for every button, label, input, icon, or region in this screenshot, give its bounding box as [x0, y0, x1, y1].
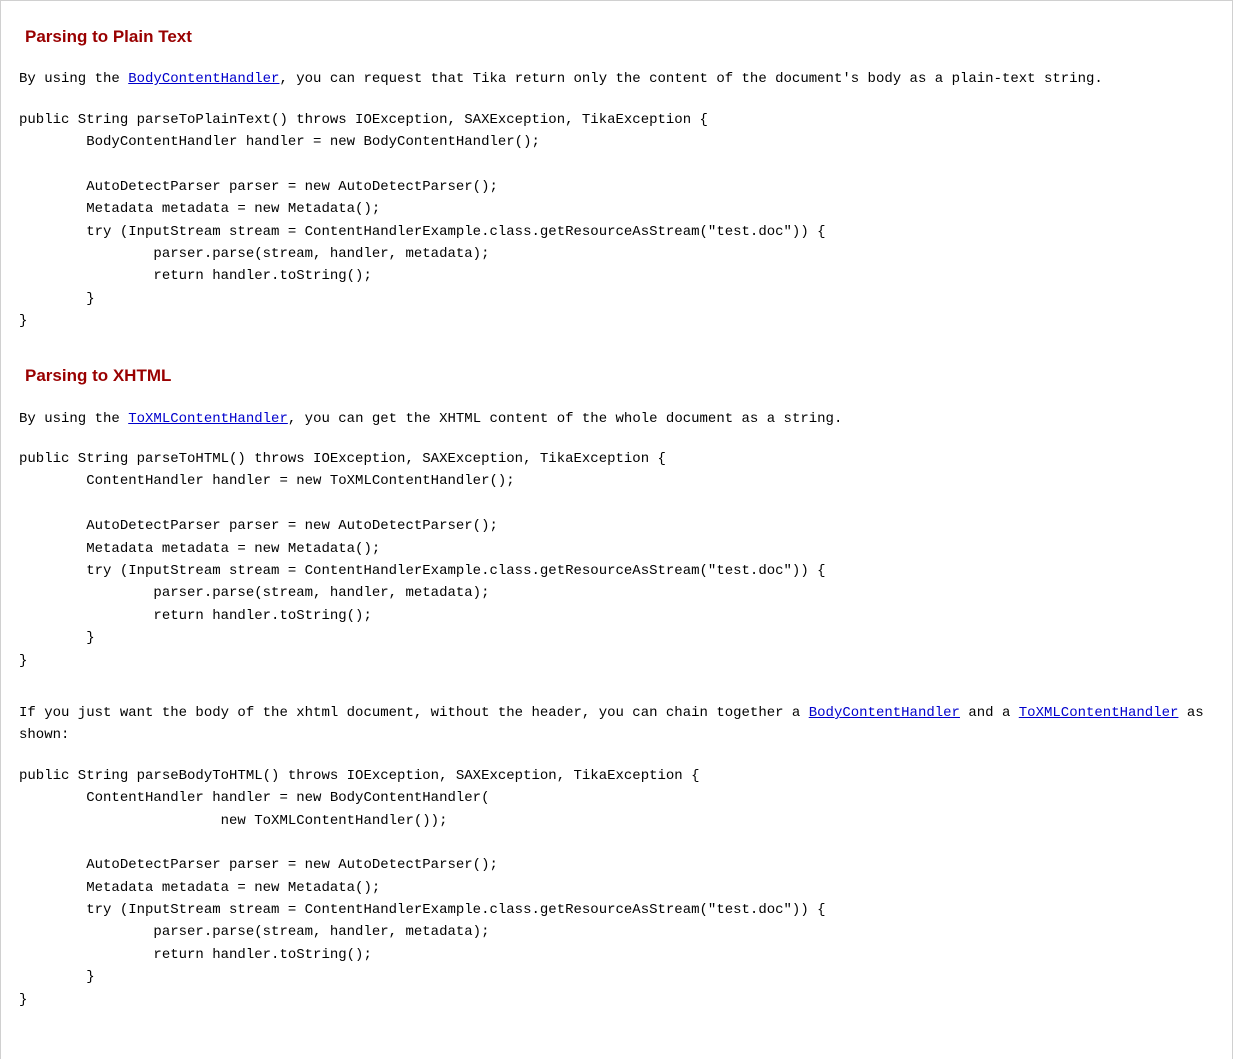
- paragraph-text: , you can get the XHTML content of the w…: [288, 411, 843, 427]
- paragraph-text: By using the: [19, 411, 128, 427]
- section-heading-plain-text: Parsing to Plain Text: [25, 23, 1214, 50]
- link-bodycontenthandler[interactable]: BodyContentHandler: [128, 71, 279, 87]
- link-toxmlcontenthandler-2[interactable]: ToXMLContentHandler: [1019, 705, 1179, 721]
- link-bodycontenthandler-2[interactable]: BodyContentHandler: [809, 705, 960, 721]
- paragraph-chain-handlers: If you just want the body of the xhtml d…: [19, 702, 1214, 747]
- code-block-body-xhtml: public String parseBodyToHTML() throws I…: [19, 765, 1214, 1011]
- paragraph-text: If you just want the body of the xhtml d…: [19, 705, 809, 721]
- paragraph-text: , you can request that Tika return only …: [279, 71, 1102, 87]
- document-content: Parsing to Plain Text By using the BodyC…: [1, 1, 1232, 1059]
- code-block-xhtml: public String parseToHTML() throws IOExc…: [19, 448, 1214, 672]
- paragraph-intro-plain-text: By using the BodyContentHandler, you can…: [19, 68, 1214, 90]
- paragraph-text: and a: [960, 705, 1019, 721]
- paragraph-text: By using the: [19, 71, 128, 87]
- section-heading-xhtml: Parsing to XHTML: [25, 362, 1214, 389]
- link-toxmlcontenthandler[interactable]: ToXMLContentHandler: [128, 411, 288, 427]
- paragraph-intro-xhtml: By using the ToXMLContentHandler, you ca…: [19, 408, 1214, 430]
- code-block-plain-text: public String parseToPlainText() throws …: [19, 109, 1214, 333]
